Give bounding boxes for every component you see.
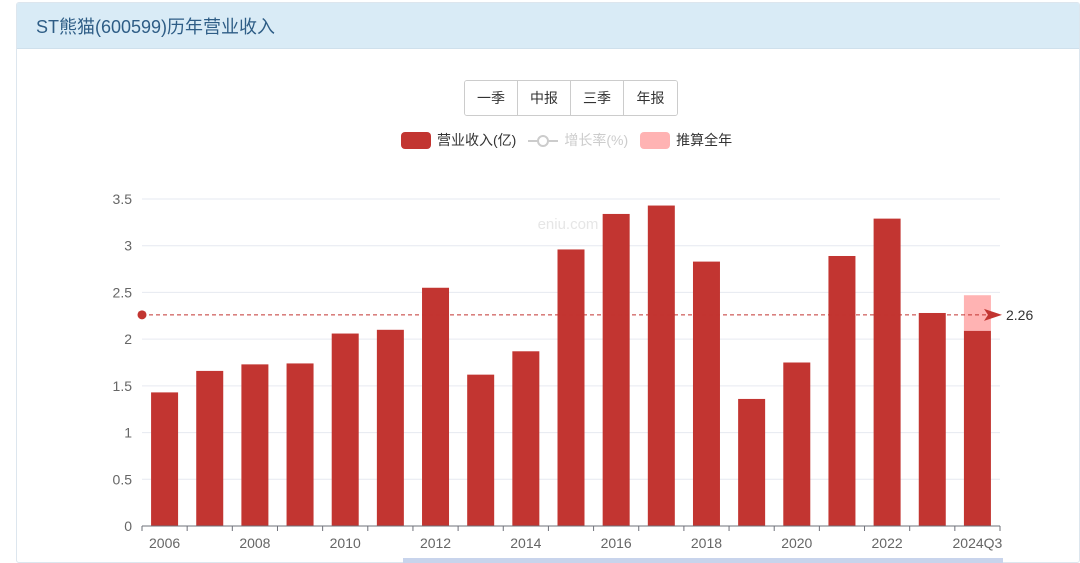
bar-revenue [692,261,720,526]
y-tick-label: 1.5 [113,378,133,394]
bar-revenue [422,287,450,526]
y-tick-label: 1 [124,425,132,441]
bar-revenue [647,205,675,527]
y-tick-label: 2.5 [113,284,133,300]
bar-revenue [151,392,179,526]
bar-revenue [602,213,630,526]
y-tick-label: 3.5 [113,191,133,207]
bar-revenue [241,364,269,526]
bar-revenue [286,363,314,526]
bar-revenue [963,330,991,526]
bar-revenue [918,312,946,526]
data-zoom-slider[interactable] [403,558,1003,563]
bar-revenue [738,398,766,526]
x-tick-label: 2006 [149,535,180,551]
bar-revenue [376,329,404,526]
y-tick-label: 3 [124,238,132,254]
x-tick-label: 2022 [872,535,903,551]
y-tick-label: 0 [124,518,132,534]
revenue-bar-chart: eniu.com 0 0.5 1 1.5 2 2.5 3 3.5 2006 2008 2010 201… [113,191,1034,551]
y-tick-label: 2 [124,331,132,347]
bar-revenue [512,351,540,526]
bar-revenue [783,362,811,526]
bar-revenue [557,249,585,527]
markline-label: 2.26 [1006,307,1033,323]
x-tick-label: 2020 [781,535,812,551]
bar-revenue [467,374,495,526]
bar-revenue [331,333,359,526]
x-tick-label: 2024Q3 [953,535,1003,551]
x-tick-label: 2010 [330,535,361,551]
x-tick-label: 2018 [691,535,722,551]
bar-revenue [196,370,224,526]
markline-start-dot [137,310,147,320]
x-tick-label: 2016 [601,535,632,551]
watermark: eniu.com [538,216,599,233]
y-tick-label: 0.5 [113,471,133,487]
bar-revenue [828,255,856,526]
x-tick-label: 2014 [510,535,541,551]
x-tick-label: 2012 [420,535,451,551]
x-tick-label: 2008 [239,535,270,551]
bar-revenue [873,218,901,526]
